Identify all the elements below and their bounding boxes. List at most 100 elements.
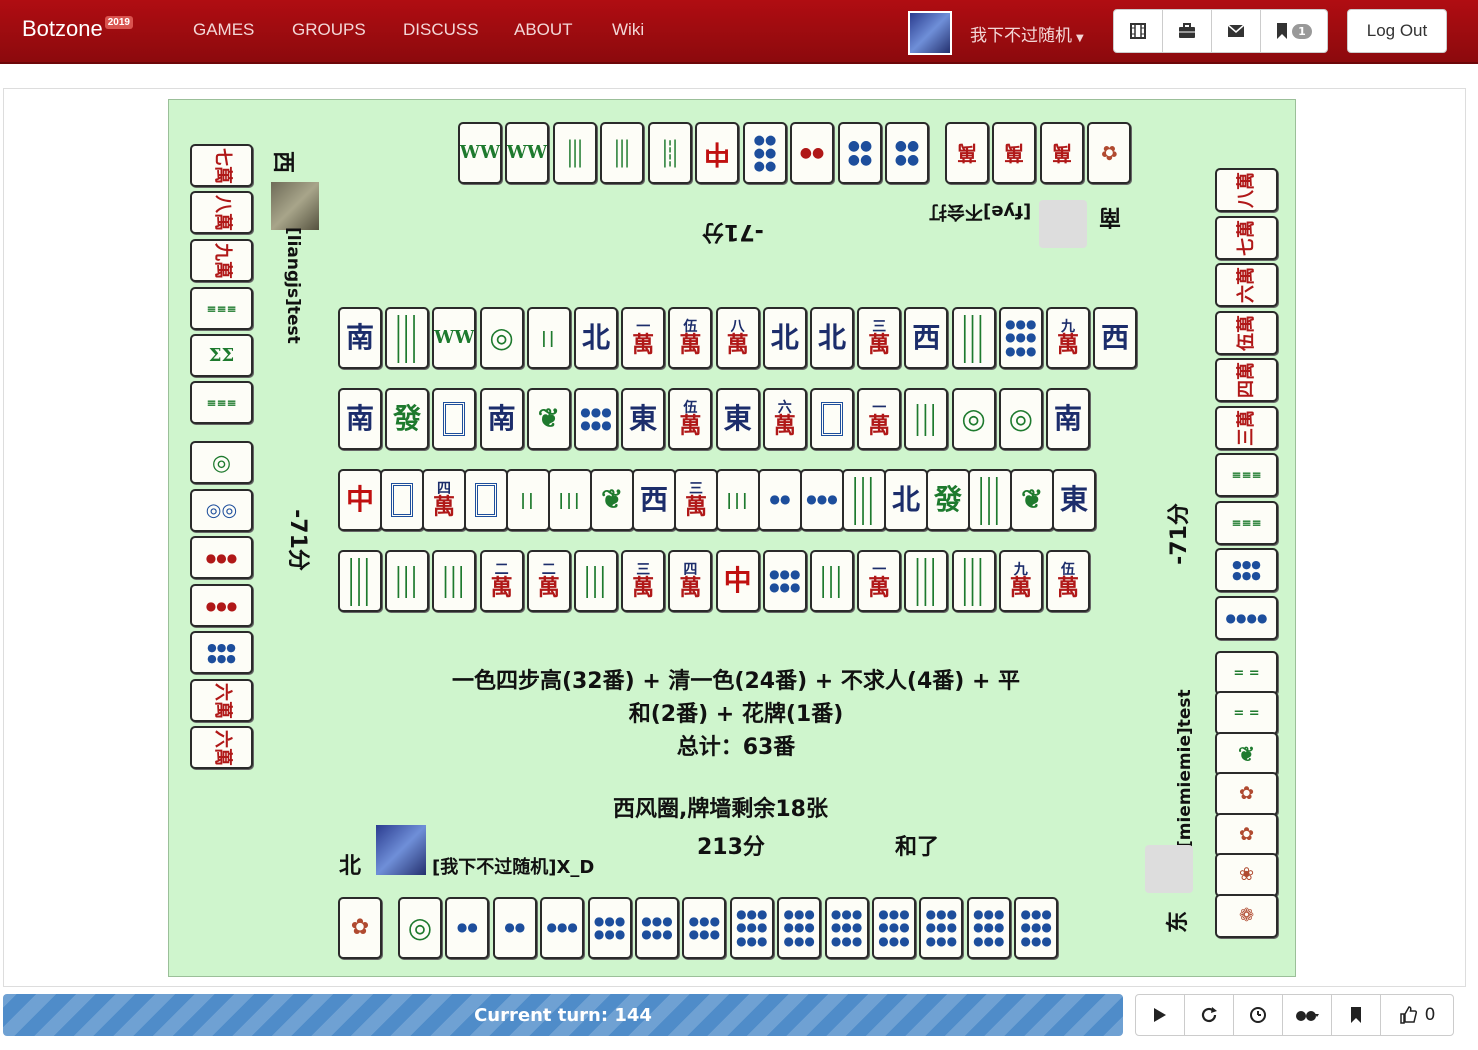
tile-discard: 二萬 <box>526 550 571 612</box>
tile-discard: 三萬 <box>674 469 718 531</box>
tile-bottom-hand: ●● <box>492 897 537 959</box>
tile-right-meld: 四萬 <box>1215 358 1278 402</box>
tile-left-meld: 八萬 <box>190 191 253 234</box>
tile-discard: ◎ <box>998 388 1043 450</box>
north-name: [我下不过随机]X_D <box>432 857 595 878</box>
like-icon <box>1399 1006 1417 1024</box>
tile-discard <box>810 388 854 450</box>
tile-top-flower: 萬 <box>992 122 1036 184</box>
north-avatar <box>376 825 426 875</box>
tile-right-hand: = = <box>1215 691 1278 735</box>
tile-left-hand: ◎◎ <box>190 489 253 532</box>
nav-games[interactable]: GAMES <box>193 20 254 40</box>
tile-bottom-hand: ●●● ●●● ●●● <box>919 897 964 959</box>
bookmark-icon[interactable] <box>1332 995 1381 1035</box>
tile-discard: 四萬 <box>422 469 466 531</box>
tile-right-hand: = = <box>1215 651 1278 695</box>
nav-wiki[interactable]: Wiki <box>612 20 644 40</box>
tile-bottom-hand: ●●● <box>540 897 585 959</box>
user-name[interactable]: 我下不过随机 <box>970 26 1072 46</box>
like-count: 0 <box>1424 1005 1436 1025</box>
tile-top-flower: 萬 <box>945 122 989 184</box>
brand-logo[interactable]: Botzone 2019 <box>22 16 133 42</box>
tile-discard: ||| ||| ||| <box>951 550 996 612</box>
turn-progress-bar: Current turn: 144 <box>3 994 1123 1036</box>
tile-discard: ||| ||| ||| <box>951 307 996 369</box>
tile-discard: ||| ||| <box>385 550 430 612</box>
tile-right-meld: ●●● ●●● <box>1215 548 1278 592</box>
tile-discard: 四萬 <box>668 550 713 612</box>
tile-discard: 八萬 <box>715 307 760 369</box>
brand-name[interactable]: Botzone <box>22 16 103 41</box>
tile-discard: ◎ <box>479 307 524 369</box>
nav-button-group: 1 <box>1113 9 1328 53</box>
tile-left-meld: ΣΣ <box>190 334 253 377</box>
tile-top-flower: 萬 <box>1040 122 1084 184</box>
tile-discard: 東 <box>715 388 760 450</box>
messages-button[interactable]: 1 <box>1261 10 1327 52</box>
tile-top-hand: ●● ●● ●● <box>743 122 787 184</box>
spectate-icon[interactable] <box>1283 995 1332 1035</box>
tile-bottom-hand: ●●● ●●● ●●● <box>729 897 774 959</box>
tile-bottom-hand: ●●● ●●● ●●● <box>777 897 822 959</box>
user-menu[interactable]: 我下不过随机 ▼ <box>970 21 1084 46</box>
tile-top-hand: WW <box>458 122 502 184</box>
tile-right-meld: 七萬 <box>1215 216 1278 260</box>
tile-bottom-hand: ●●● ●●● <box>587 897 632 959</box>
film-icon[interactable] <box>1114 10 1163 52</box>
tile-right-meld: 三萬 <box>1215 406 1278 450</box>
turn-label: Current turn: 144 <box>474 1004 652 1026</box>
user-avatar[interactable] <box>908 11 952 55</box>
tile-bottom-hand: ●●● ●●● ●●● <box>824 897 869 959</box>
tile-bottom-hand: ●●● ●●● ●●● <box>872 897 916 959</box>
tile-right-meld: 八萬 <box>1215 168 1278 212</box>
bookmark-icon <box>1277 23 1288 39</box>
tile-right-hand: ❀ <box>1215 853 1278 897</box>
tile-discard: ❦ <box>526 388 571 450</box>
result-panel: 一色四步高(32番) + 清一色(24番) + 不求人(4番) + 平 和(2番… <box>421 665 1051 764</box>
tile-right-hand: ✿ <box>1215 772 1278 816</box>
east-avatar <box>1145 845 1193 893</box>
tile-discard: 南 <box>479 388 524 450</box>
nav-discuss[interactable]: DISCUSS <box>403 20 479 40</box>
nav-groups[interactable]: GROUPS <box>292 20 366 40</box>
south-score: -71分 <box>702 219 764 244</box>
play-icon[interactable] <box>1136 995 1185 1035</box>
tile-discard: ||| ||| ||| <box>904 550 949 612</box>
tile-discard: 六萬 <box>762 388 807 450</box>
tile-discard: ||| ||| ||| <box>842 469 886 531</box>
tile-discard: 北 <box>762 307 807 369</box>
tile-bottom-hand: ●●● ●●● ●●● <box>966 897 1011 959</box>
tile-discard <box>380 469 424 531</box>
fan-total: 总计：63番 <box>676 735 796 760</box>
caret-down-icon: ▼ <box>1076 33 1084 44</box>
north-score: 213分 <box>697 835 765 860</box>
tile-top-hand: |¦| |¦| <box>648 122 692 184</box>
briefcase-icon[interactable] <box>1163 10 1212 52</box>
nav-about[interactable]: ABOUT <box>514 20 573 40</box>
envelope-icon[interactable] <box>1212 10 1261 52</box>
tile-left-meld: ≡≡≡ <box>190 381 253 424</box>
tile-discard: ||| ||| ||| <box>968 469 1012 531</box>
tile-discard: 北 <box>884 469 928 531</box>
tile-discard: 九萬 <box>1046 307 1090 369</box>
tile-discard: 三萬 <box>857 307 902 369</box>
tile-bottom-hand: ●●● ●●● <box>635 897 679 959</box>
tile-discard: 北 <box>574 307 618 369</box>
tile-left-hand: ●●● <box>190 536 253 579</box>
mahjong-board: WW WW ||| ||| ||| ||| |¦| |¦| 中 ●● ●● ●● ●● ●… <box>168 99 1296 977</box>
tile-discard: ●●● ●●● <box>574 388 618 450</box>
like-button[interactable]: 0 <box>1381 995 1453 1035</box>
timer-icon[interactable] <box>1234 995 1283 1035</box>
tile-bottom-hand: ●●● ●●● <box>682 897 727 959</box>
logout-button[interactable]: Log Out <box>1347 9 1447 53</box>
east-seat: 东 <box>1166 910 1192 934</box>
tile-left-hand: ●●● <box>190 584 253 627</box>
tile-discard: 伍萬 <box>1046 550 1090 612</box>
tile-right-meld: 伍萬 <box>1215 311 1278 355</box>
tile-discard: 西 <box>904 307 949 369</box>
replay-icon[interactable] <box>1185 995 1234 1035</box>
tile-discard: 西 <box>1093 307 1138 369</box>
tile-left-hand: 六萬 <box>190 726 253 769</box>
tile-bottom-hand: ●●● ●●● ●●● <box>1014 897 1059 959</box>
